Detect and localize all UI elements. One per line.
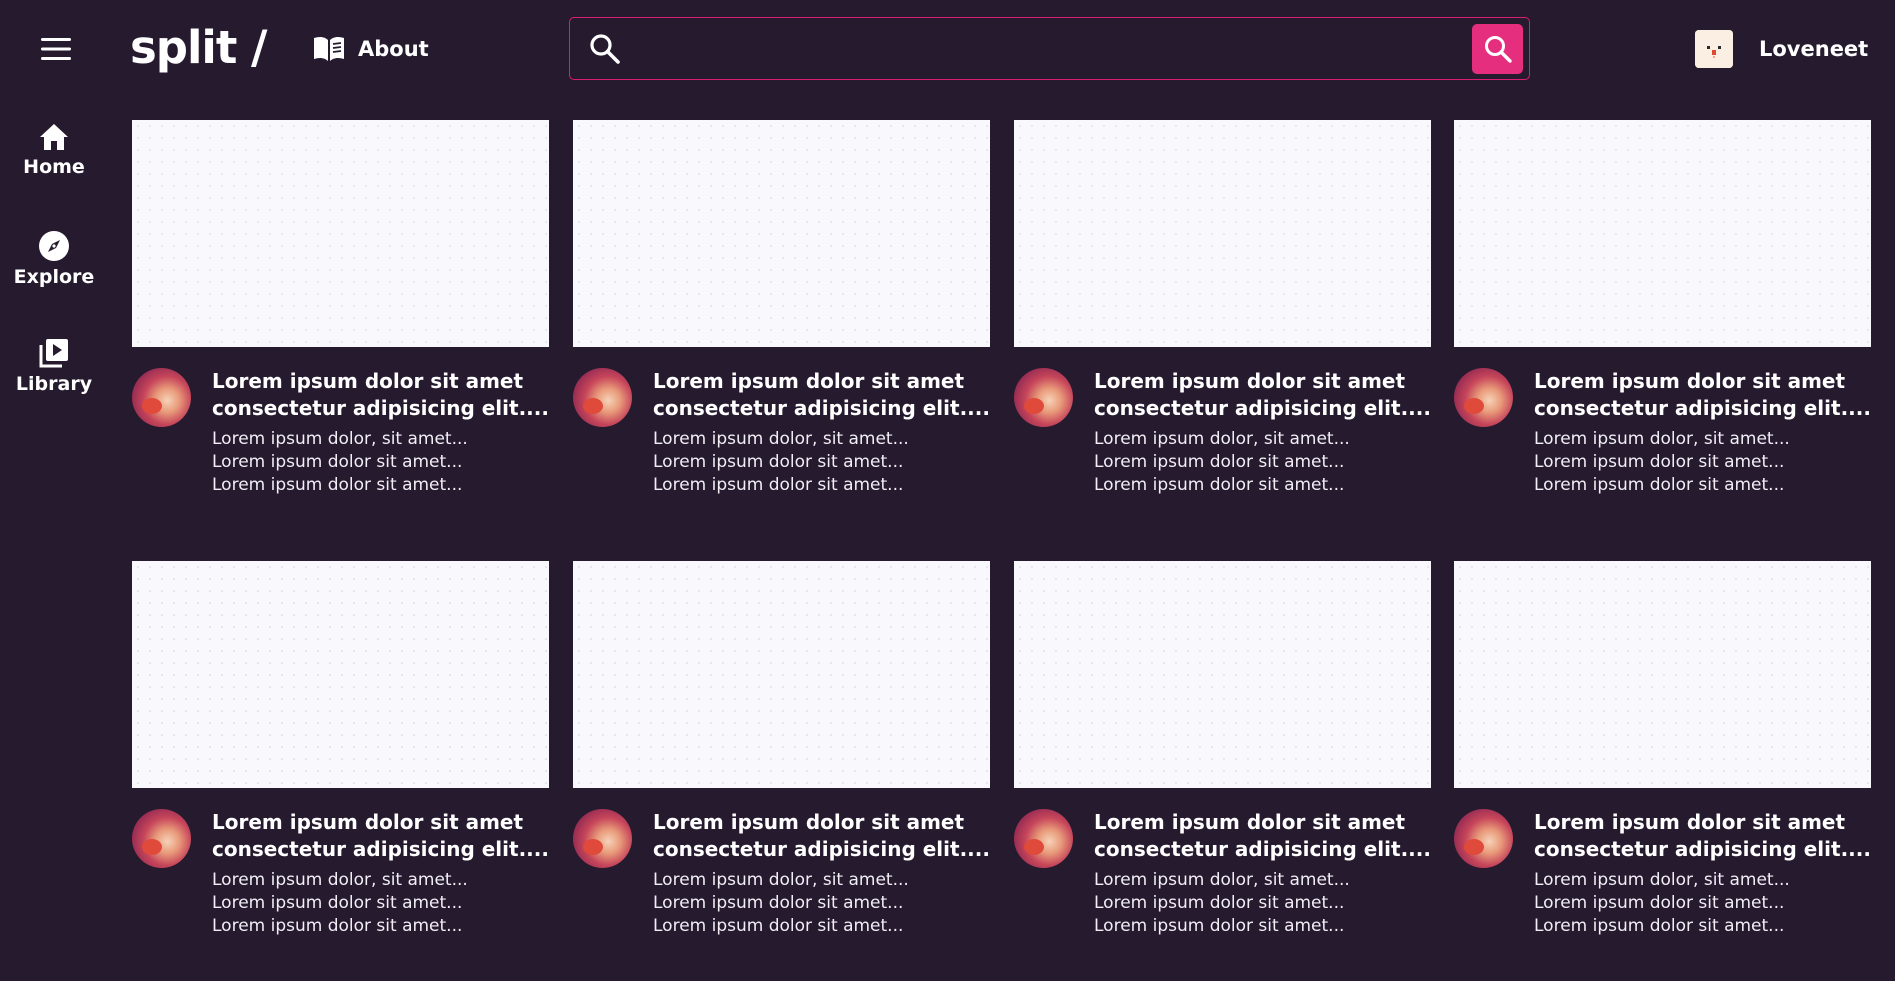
compass-icon <box>39 231 69 261</box>
channel-avatar[interactable] <box>573 368 632 427</box>
channel-avatar[interactable] <box>573 809 632 868</box>
video-library-icon <box>39 339 68 368</box>
sidebar-item-label: Explore <box>13 266 95 288</box>
user-avatar[interactable] <box>1695 30 1733 68</box>
channel-avatar[interactable] <box>1454 368 1513 427</box>
video-card[interactable]: Lorem ipsum dolor sit amet consectetur a… <box>1014 561 1431 981</box>
video-meta: Lorem ipsum dolor, sit amet... Lorem ips… <box>653 429 909 495</box>
video-meta: Lorem ipsum dolor, sit amet... Lorem ips… <box>653 870 909 936</box>
video-thumbnail[interactable] <box>1454 561 1871 788</box>
sidebar-item-home[interactable]: Home <box>0 122 108 178</box>
video-title[interactable]: Lorem ipsum dolor sit amet consectetur a… <box>1094 368 1431 422</box>
video-title[interactable]: Lorem ipsum dolor sit amet consectetur a… <box>653 368 990 422</box>
video-thumbnail[interactable] <box>1014 561 1431 788</box>
channel-avatar[interactable] <box>132 368 191 427</box>
channel-avatar[interactable] <box>1014 809 1073 868</box>
open-book-icon <box>314 36 344 61</box>
top-bar: split / About Loveneet <box>0 0 1895 98</box>
user-name: Loveneet <box>1759 37 1869 61</box>
video-meta: Lorem ipsum dolor, sit amet... Lorem ips… <box>1094 870 1350 936</box>
video-info: Lorem ipsum dolor sit amet consectetur a… <box>132 368 549 508</box>
video-thumbnail[interactable] <box>1454 120 1871 347</box>
video-meta: Lorem ipsum dolor, sit amet... Lorem ips… <box>1534 429 1790 495</box>
video-info: Lorem ipsum dolor sit amet consectetur a… <box>1014 809 1431 949</box>
search-icon <box>1484 36 1512 63</box>
sidebar-item-label: Home <box>23 156 85 178</box>
video-thumbnail[interactable] <box>132 120 549 347</box>
sidebar-item-label: Library <box>15 373 93 395</box>
video-card[interactable]: Lorem ipsum dolor sit amet consectetur a… <box>132 120 549 540</box>
video-card[interactable]: Lorem ipsum dolor sit amet consectetur a… <box>573 120 990 540</box>
hamburger-menu-icon <box>41 38 71 60</box>
video-thumbnail[interactable] <box>132 561 549 788</box>
video-card[interactable]: Lorem ipsum dolor sit amet consectetur a… <box>1454 561 1871 981</box>
channel-avatar[interactable] <box>132 809 191 868</box>
video-thumbnail[interactable] <box>573 120 990 347</box>
about-link[interactable]: About <box>312 28 429 70</box>
channel-avatar[interactable] <box>1454 809 1513 868</box>
video-title[interactable]: Lorem ipsum dolor sit amet consectetur a… <box>1534 368 1871 422</box>
video-info: Lorem ipsum dolor sit amet consectetur a… <box>573 809 990 949</box>
search-icon <box>590 34 620 64</box>
video-card[interactable]: Lorem ipsum dolor sit amet consectetur a… <box>573 561 990 981</box>
about-label: About <box>358 37 429 61</box>
channel-avatar[interactable] <box>1014 368 1073 427</box>
sidebar-item-explore[interactable]: Explore <box>0 230 108 288</box>
video-card[interactable]: Lorem ipsum dolor sit amet consectetur a… <box>1014 120 1431 540</box>
search-submit-button[interactable] <box>1472 24 1523 74</box>
video-meta: Lorem ipsum dolor, sit amet... Lorem ips… <box>212 870 468 936</box>
video-meta: Lorem ipsum dolor, sit amet... Lorem ips… <box>212 429 468 495</box>
search-input[interactable] <box>636 26 1426 71</box>
video-thumbnail[interactable] <box>1014 120 1431 347</box>
video-meta: Lorem ipsum dolor, sit amet... Lorem ips… <box>1094 429 1350 495</box>
video-info: Lorem ipsum dolor sit amet consectetur a… <box>1454 368 1871 508</box>
video-title[interactable]: Lorem ipsum dolor sit amet consectetur a… <box>212 809 549 863</box>
video-info: Lorem ipsum dolor sit amet consectetur a… <box>1454 809 1871 949</box>
sidebar-item-library[interactable]: Library <box>0 337 108 395</box>
video-thumbnail[interactable] <box>573 561 990 788</box>
video-title[interactable]: Lorem ipsum dolor sit amet consectetur a… <box>212 368 549 422</box>
video-title[interactable]: Lorem ipsum dolor sit amet consectetur a… <box>1094 809 1431 863</box>
user-avatar-icon <box>1695 30 1733 68</box>
video-card[interactable]: Lorem ipsum dolor sit amet consectetur a… <box>132 561 549 981</box>
video-title[interactable]: Lorem ipsum dolor sit amet consectetur a… <box>1534 809 1871 863</box>
video-card[interactable]: Lorem ipsum dolor sit amet consectetur a… <box>1454 120 1871 540</box>
video-meta: Lorem ipsum dolor, sit amet... Lorem ips… <box>1534 870 1790 936</box>
search-bar <box>569 17 1530 80</box>
video-info: Lorem ipsum dolor sit amet consectetur a… <box>573 368 990 508</box>
home-icon <box>40 124 68 150</box>
user-profile[interactable]: Loveneet <box>1695 28 1868 70</box>
video-title[interactable]: Lorem ipsum dolor sit amet consectetur a… <box>653 809 990 863</box>
video-info: Lorem ipsum dolor sit amet consectetur a… <box>132 809 549 949</box>
video-info: Lorem ipsum dolor sit amet consectetur a… <box>1014 368 1431 508</box>
menu-button[interactable] <box>36 32 76 66</box>
app-logo[interactable]: split / <box>130 18 267 78</box>
